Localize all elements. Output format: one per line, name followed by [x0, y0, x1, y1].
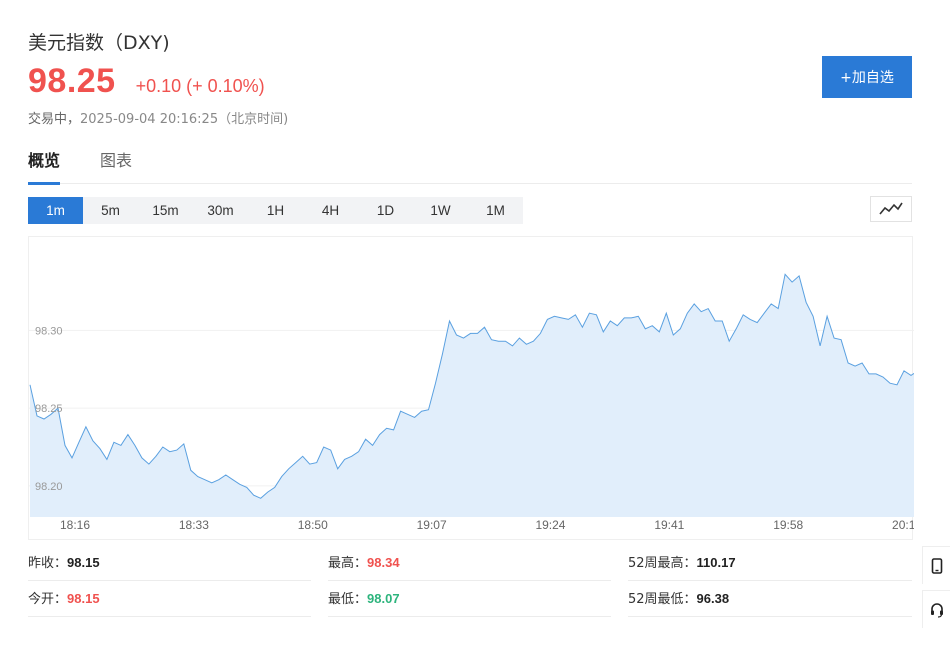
timestamp: 2025-09-04 20:16:25（北京时间)	[80, 112, 289, 127]
line-chart-icon	[879, 202, 903, 215]
mobile-icon	[931, 557, 942, 574]
stat-low: 最低：98.07	[328, 581, 611, 617]
w52-low-label: 52周最低：	[628, 592, 697, 607]
interval-30m[interactable]: 30m	[193, 197, 248, 224]
tab-chart[interactable]: 图表	[100, 146, 132, 184]
price-change: +0.10 (+ 0.10%)	[135, 76, 265, 96]
stat-prev-close: 昨收：98.15	[28, 545, 311, 581]
add-watchlist-button[interactable]: +加自选	[822, 56, 912, 98]
current-price: 98.25	[28, 62, 116, 100]
page-title: 美元指数（DXY)	[28, 32, 170, 54]
stat-52w-high: 52周最高：110.17	[628, 545, 912, 581]
tab-bar: 概览 图表	[28, 146, 912, 185]
y-tick-label: 98.25	[35, 403, 63, 415]
price-chart[interactable]: 98.30 98.25 98.20 18:16 18:33 18:50 19:07 19:24…	[28, 236, 914, 540]
x-tick-label: 19:41	[654, 518, 684, 532]
tab-overview[interactable]: 概览	[28, 146, 61, 185]
interval-5m[interactable]: 5m	[83, 197, 138, 224]
interval-1w[interactable]: 1W	[413, 197, 468, 224]
open-label: 今开：	[28, 592, 68, 607]
y-tick-label: 98.30	[35, 325, 63, 337]
x-tick-label: 19:58	[773, 518, 803, 532]
interval-selector: 1m 5m 15m 30m 1H 4H 1D 1W 1M	[28, 197, 523, 224]
headset-icon	[930, 602, 943, 618]
interval-4h[interactable]: 4H	[303, 197, 358, 224]
open-value: 98.15	[67, 591, 100, 606]
price-row: 98.25 +0.10 (+ 0.10%)	[28, 62, 265, 101]
w52-high-label: 52周最高：	[628, 556, 697, 571]
x-tick-label: 19:07	[417, 518, 447, 532]
interval-1d[interactable]: 1D	[358, 197, 413, 224]
y-tick-label: 98.20	[35, 481, 63, 493]
x-tick-label: 18:33	[179, 518, 209, 532]
high-value: 98.34	[367, 555, 400, 570]
x-tick-label: 20:1	[892, 518, 914, 532]
high-label: 最高：	[328, 556, 368, 571]
stat-52w-low: 52周最低：96.38	[628, 581, 912, 617]
interval-15m[interactable]: 15m	[138, 197, 193, 224]
low-value: 98.07	[367, 591, 400, 606]
interval-1mo[interactable]: 1M	[468, 197, 523, 224]
mobile-button[interactable]	[922, 546, 950, 584]
x-tick-label: 19:24	[535, 518, 565, 532]
trading-status: 交易中，2025-09-04 20:16:25（北京时间)	[28, 108, 288, 127]
stat-high: 最高：98.34	[328, 545, 611, 581]
status-text: 交易中，	[28, 112, 81, 127]
interval-1h[interactable]: 1H	[248, 197, 303, 224]
chart-svg: 98.30 98.25 98.20 18:16 18:33 18:50 19:07 19:24…	[29, 273, 914, 532]
low-label: 最低：	[328, 592, 368, 607]
interval-1m[interactable]: 1m	[28, 197, 83, 224]
x-tick-label: 18:50	[298, 518, 328, 532]
prev-close-label: 昨收：	[28, 556, 68, 571]
prev-close-value: 98.15	[67, 555, 100, 570]
stat-open: 今开：98.15	[28, 581, 311, 617]
stats-table: 昨收：98.15 最高：98.34 52周最高：110.17 今开：98.15 …	[28, 545, 912, 617]
x-tick-label: 18:16	[60, 518, 90, 532]
w52-low-value: 96.38	[696, 591, 730, 606]
customer-service-button[interactable]	[922, 590, 950, 628]
chart-type-button[interactable]	[870, 196, 912, 222]
price-area	[30, 274, 914, 517]
w52-high-value: 110.17	[696, 555, 736, 570]
